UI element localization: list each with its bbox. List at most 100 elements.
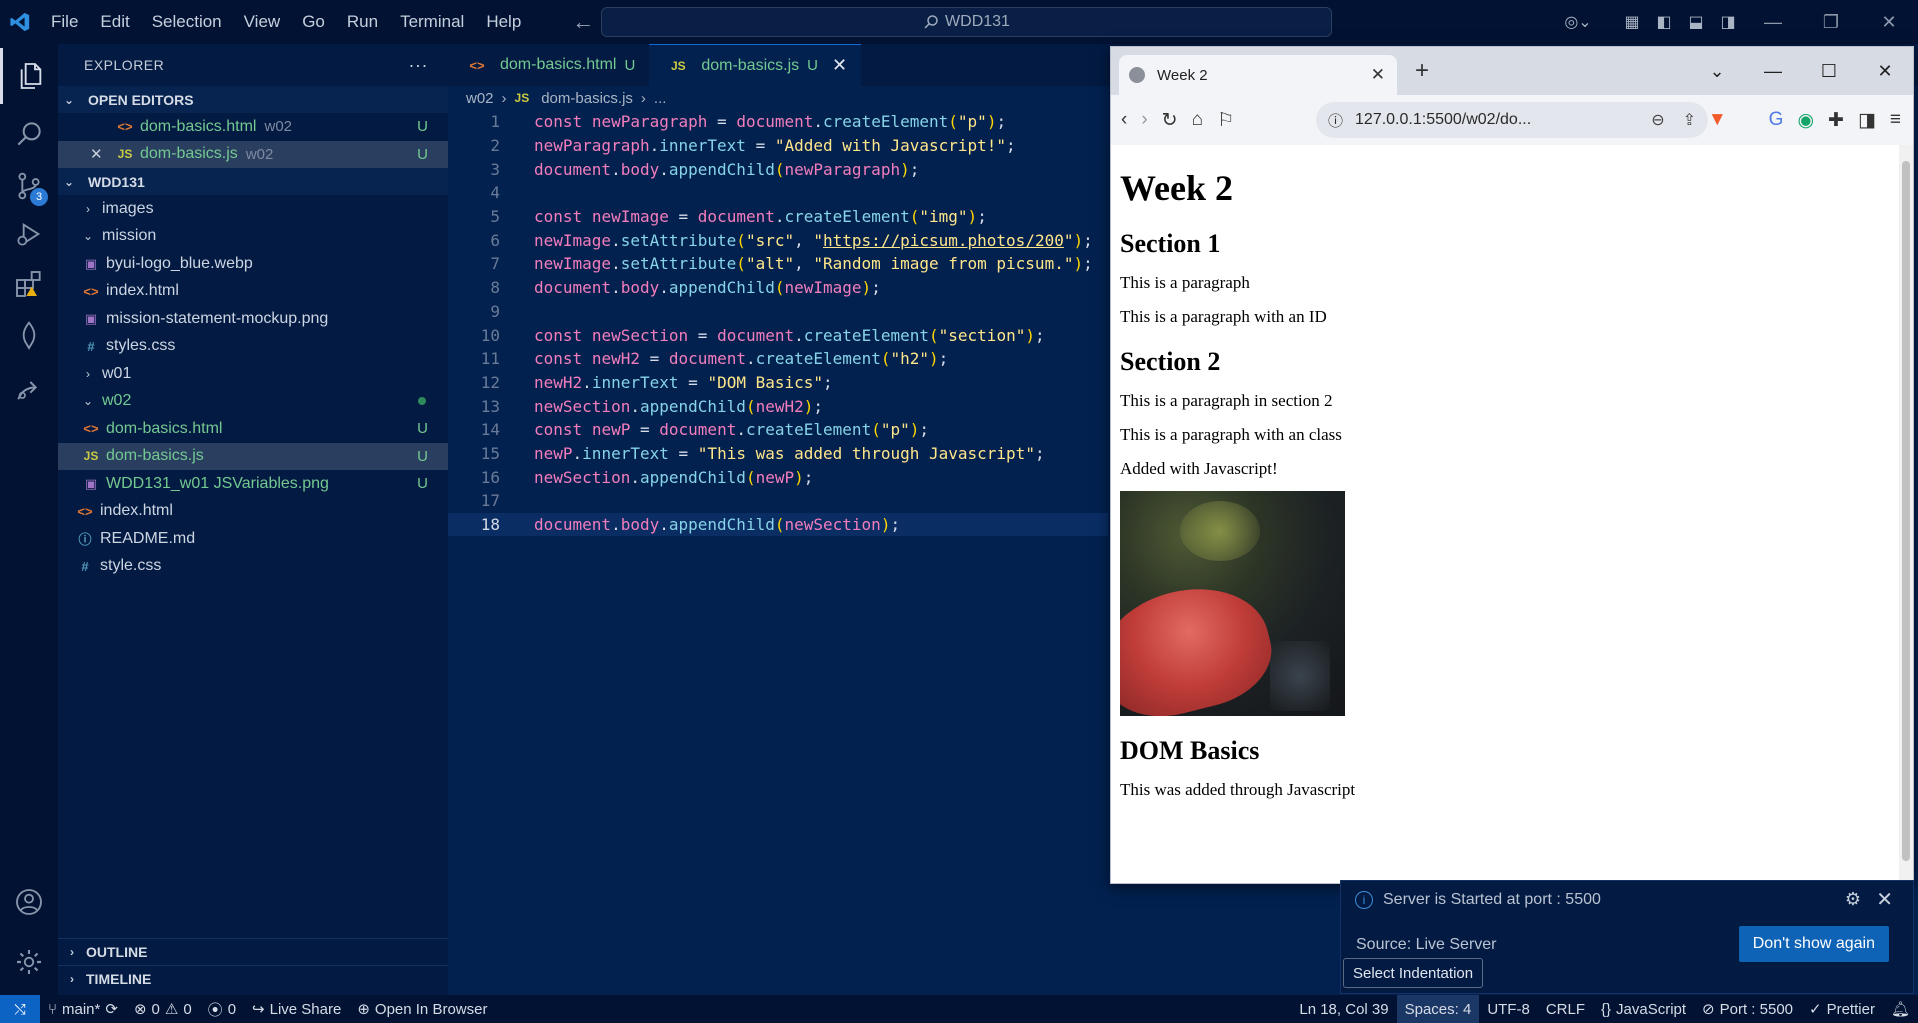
menu-run[interactable]: Run (336, 12, 389, 32)
encoding-status[interactable]: UTF-8 (1479, 1001, 1538, 1018)
copilot-icon[interactable]: ◎⌄ (1562, 12, 1594, 32)
ports-indicator[interactable]: ⦿ 0 (200, 999, 244, 1020)
accounts-icon[interactable] (0, 874, 58, 930)
back-arrow-icon[interactable]: ← (572, 9, 594, 35)
breadcrumb-folder[interactable]: w02 (466, 90, 494, 107)
tree-file[interactable]: ▣ mission-statement-mockup.png (58, 305, 448, 333)
new-tab-icon[interactable]: + (1415, 57, 1429, 85)
breadcrumb-more[interactable]: ... (654, 90, 667, 107)
tree-folder[interactable]: ⌄ w02 (58, 388, 448, 416)
notification-settings-icon[interactable]: ⚙ (1845, 889, 1861, 910)
share-icon[interactable]: ⇪ (1683, 110, 1696, 130)
extensions-puzzle-icon[interactable]: ✚ (1828, 109, 1844, 132)
tree-item-label: byui-logo_blue.webp (106, 254, 253, 272)
run-debug-icon[interactable] (0, 206, 58, 262)
menu-file[interactable]: File (40, 12, 89, 32)
open-editors-header[interactable]: ⌄ OPEN EDITORS (58, 86, 448, 113)
open-editor-item[interactable]: ✕ JS dom-basics.js w02 U (58, 140, 448, 168)
close-tab-icon[interactable]: ✕ (832, 55, 847, 76)
tree-file[interactable]: ▣ WDD131_w01 JSVariables.png U (58, 470, 448, 498)
menu-view[interactable]: View (233, 12, 292, 32)
zoom-out-icon[interactable]: ⊖ (1651, 110, 1664, 130)
tree-file[interactable]: # style.css (58, 553, 448, 581)
breadcrumb-file[interactable]: dom-basics.js (541, 90, 633, 107)
tree-file[interactable]: ▣ byui-logo_blue.webp (58, 250, 448, 278)
menu-terminal[interactable]: Terminal (389, 12, 475, 32)
grammarly-icon[interactable]: ◉ (1797, 109, 1814, 132)
back-icon[interactable]: ‹ (1121, 109, 1127, 131)
tab-search-chevron-icon[interactable]: ⌄ (1689, 61, 1745, 82)
site-info-icon[interactable]: ⓘ (1328, 110, 1343, 131)
tree-file[interactable]: <> index.html (58, 498, 448, 526)
ports-count: 0 (227, 1000, 237, 1018)
tree-file[interactable]: <> index.html (58, 278, 448, 306)
timeline-section[interactable]: › TIMELINE (58, 965, 448, 992)
address-bar[interactable]: ⓘ 127.0.0.1:5500/w02/do... ⊖ ⇪ (1316, 102, 1708, 138)
tree-file[interactable]: # styles.css (58, 333, 448, 361)
git-branch[interactable]: ⑂ main* ⟳ (40, 1000, 126, 1019)
bookmark-icon[interactable]: ⚐ (1217, 109, 1234, 132)
tree-folder[interactable]: › images (58, 195, 448, 223)
brave-shield-icon[interactable]: ▼ (1708, 109, 1727, 131)
menu-selection[interactable]: Selection (141, 12, 233, 32)
open-editor-item[interactable]: <> dom-basics.html w02 U (58, 113, 448, 141)
browser-menu-icon[interactable]: ≡ (1890, 109, 1901, 131)
outline-section[interactable]: › OUTLINE (58, 938, 448, 965)
manage-gear-icon[interactable] (0, 934, 58, 990)
language-mode[interactable]: {} JavaScript (1593, 1001, 1694, 1018)
close-window-icon[interactable]: ✕ (1860, 12, 1918, 33)
menu-go[interactable]: Go (291, 12, 336, 32)
close-notification-icon[interactable]: ✕ (1876, 887, 1893, 912)
customize-layout-icon[interactable]: ▦ (1616, 12, 1648, 32)
close-tab-icon[interactable]: ✕ (1371, 65, 1385, 85)
mongodb-leaf-icon[interactable] (0, 308, 58, 364)
explorer-icon[interactable] (0, 48, 58, 104)
eol-status[interactable]: CRLF (1538, 1001, 1593, 1018)
dont-show-again-button[interactable]: Don't show again (1738, 926, 1889, 962)
notifications-bell-icon[interactable]: 🔔︎ (1883, 1000, 1918, 1018)
live-server-port[interactable]: ⊘ Port : 5500 (1694, 1000, 1801, 1019)
open-in-browser-status[interactable]: ⊕ Open In Browser (349, 1000, 495, 1019)
close-window-icon[interactable]: ✕ (1857, 61, 1913, 82)
scrollbar-thumb[interactable] (1902, 161, 1910, 861)
more-actions-icon[interactable]: ··· (409, 55, 428, 76)
workspace-header[interactable]: ⌄ WDD131 (58, 168, 448, 195)
tab-dom-basics-js[interactable]: JS dom-basics.js U ✕ (649, 44, 862, 86)
minimize-icon[interactable]: — (1744, 12, 1802, 33)
git-status: U (417, 420, 428, 438)
extensions-icon[interactable] (0, 256, 58, 312)
cursor-position[interactable]: Ln 18, Col 39 (1291, 1001, 1396, 1018)
toggle-secondary-sidebar-icon[interactable]: ◨ (1712, 12, 1744, 32)
reload-icon[interactable]: ↻ (1162, 109, 1178, 132)
tree-folder[interactable]: ⌄ mission (58, 223, 448, 251)
forward-icon[interactable]: › (1141, 109, 1147, 131)
menu-edit[interactable]: Edit (89, 12, 140, 32)
remote-indicator-icon[interactable]: ⤭ (0, 995, 40, 1023)
minimize-icon[interactable]: — (1745, 61, 1801, 82)
maximize-icon[interactable]: ☐ (1801, 61, 1857, 82)
tree-file[interactable]: <> dom-basics.html U (58, 415, 448, 443)
toggle-panel-icon[interactable]: ⬓ (1680, 12, 1712, 32)
live-share-icon[interactable] (0, 362, 58, 418)
vscode-logo-icon (0, 0, 40, 44)
toggle-sidebar-icon[interactable]: ◧ (1648, 12, 1680, 32)
translate-icon[interactable]: G (1769, 109, 1784, 131)
home-icon[interactable]: ⌂ (1192, 109, 1203, 131)
close-editor-icon[interactable]: ✕ (90, 145, 114, 163)
code-editor[interactable]: 1 const newParagraph = document.createEle… (448, 110, 1108, 537)
browser-tab[interactable]: Week 2 ✕ (1119, 55, 1397, 95)
search-activity-icon[interactable] (0, 106, 58, 162)
tree-file[interactable]: ⓘ README.md (58, 525, 448, 553)
prettier-status[interactable]: ✓ Prettier (1801, 1000, 1883, 1019)
restore-icon[interactable]: ❐ (1802, 12, 1860, 33)
menu-help[interactable]: Help (475, 12, 532, 32)
problems-indicator[interactable]: ⊗ 0 ⚠ 0 (126, 1000, 200, 1019)
page-scrollbar[interactable] (1899, 145, 1913, 883)
tree-file[interactable]: JS dom-basics.js U (58, 442, 448, 470)
tree-folder[interactable]: › w01 (58, 360, 448, 388)
live-share-status[interactable]: ↪ Live Share (244, 1000, 349, 1019)
command-center-search[interactable]: WDD131 (601, 7, 1332, 37)
sidebar-toggle-icon[interactable]: ◨ (1858, 109, 1876, 132)
tab-dom-basics-html[interactable]: <> dom-basics.html U (448, 44, 649, 86)
indentation-status[interactable]: Spaces: 4 (1396, 995, 1480, 1023)
